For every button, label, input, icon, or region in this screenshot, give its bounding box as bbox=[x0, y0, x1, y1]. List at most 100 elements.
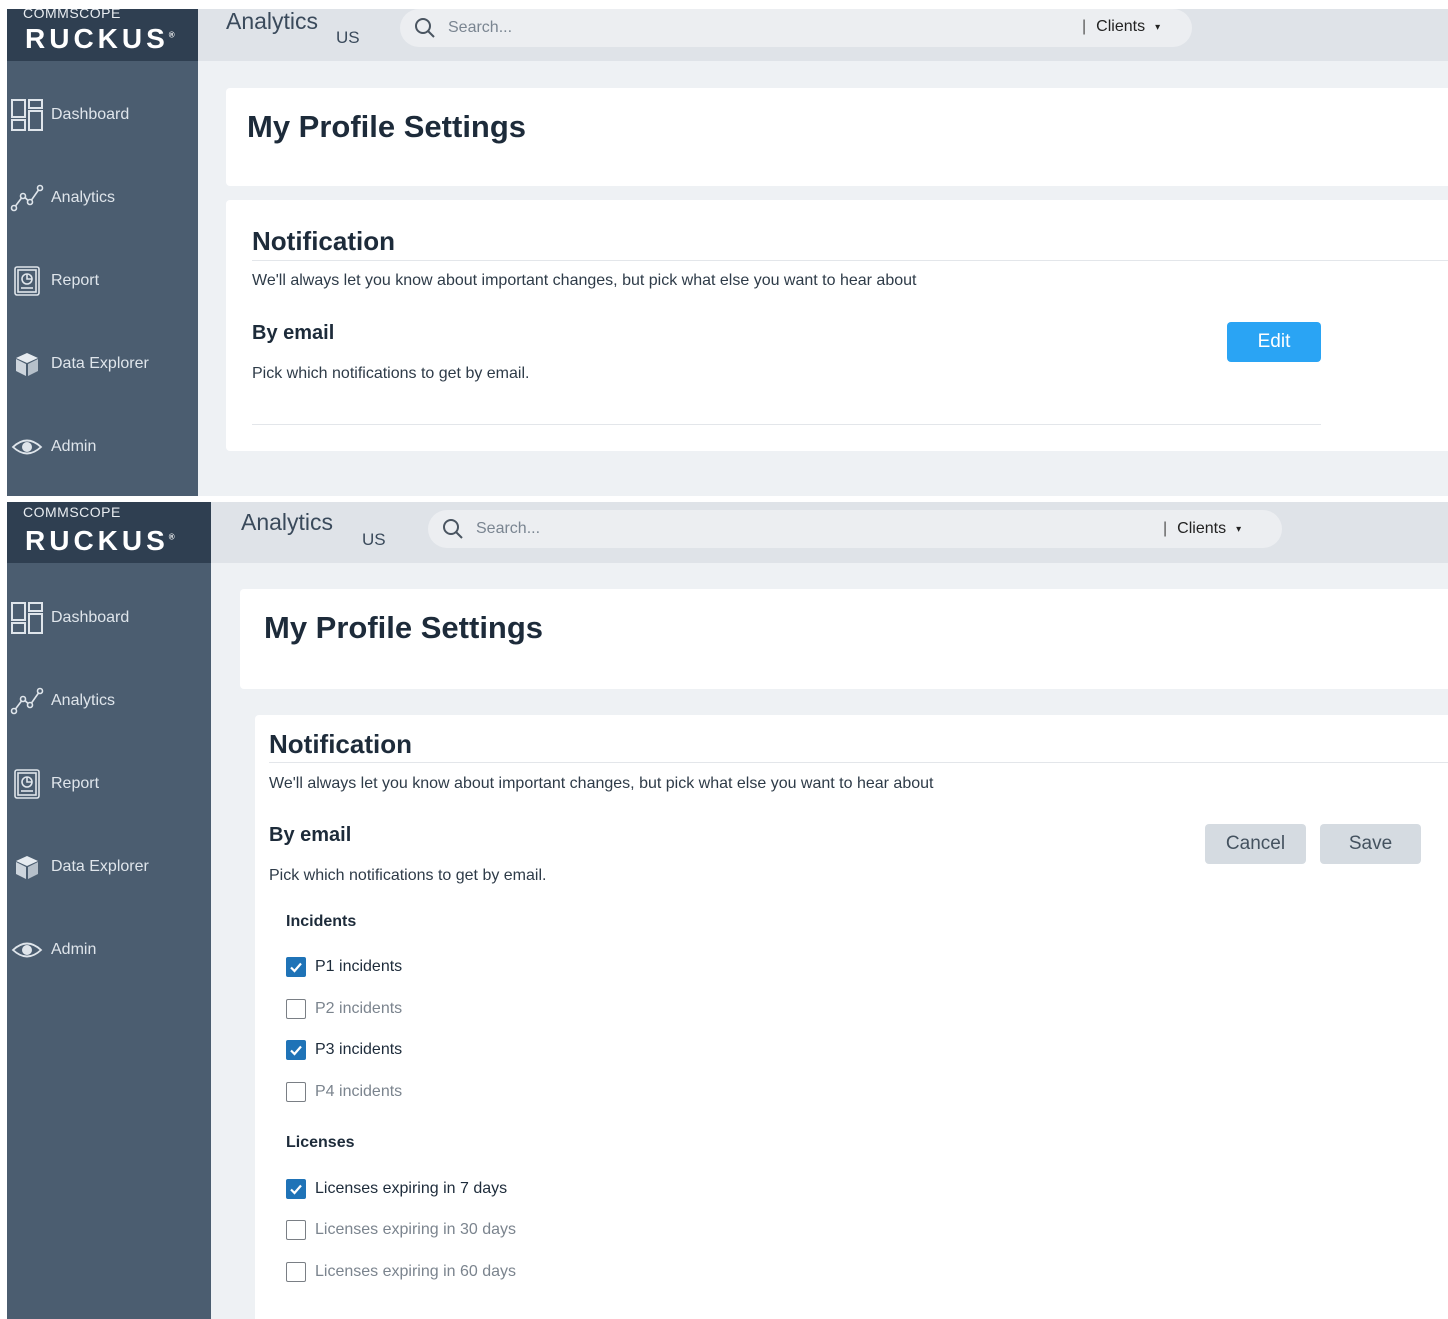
by-email-title: By email bbox=[252, 322, 335, 344]
app-title: Analytics bbox=[226, 9, 319, 34]
checkbox[interactable] bbox=[286, 999, 306, 1019]
option-label: P1 incidents bbox=[315, 958, 403, 975]
caret-down-icon: ▾ bbox=[1236, 523, 1242, 535]
brand-logo[interactable]: COMMSCOPE RUCKUS® bbox=[7, 9, 198, 61]
app-title: Analytics bbox=[241, 509, 334, 535]
option-licenses-60-days[interactable]: Licenses expiring in 60 days bbox=[286, 1262, 516, 1282]
report-icon bbox=[9, 263, 45, 299]
checkbox[interactable] bbox=[286, 957, 306, 977]
sidebar-item-data-explorer[interactable]: Data Explorer bbox=[7, 847, 211, 887]
search-input[interactable] bbox=[476, 520, 996, 538]
sidebar-item-data-explorer[interactable]: Data Explorer bbox=[7, 344, 198, 384]
sidebar-item-dashboard[interactable]: Dashboard bbox=[7, 598, 211, 638]
eye-icon bbox=[9, 932, 45, 968]
data-explorer-icon bbox=[9, 849, 45, 885]
scope-separator: | bbox=[1082, 18, 1087, 35]
page-title-card: My Profile Settings bbox=[240, 589, 1448, 689]
brand-reg-mark: ® bbox=[168, 532, 175, 542]
scope-dropdown[interactable]: | Clients ▾ bbox=[1163, 520, 1241, 538]
sidebar-item-admin[interactable]: Admin bbox=[7, 427, 198, 467]
checkmark-icon bbox=[290, 1045, 302, 1056]
checkbox[interactable] bbox=[286, 1262, 306, 1282]
sidebar-item-label: Data Explorer bbox=[51, 858, 149, 875]
notification-description: We'll always let you know about importan… bbox=[252, 272, 917, 289]
report-icon bbox=[9, 766, 45, 802]
sidebar-item-analytics[interactable]: Analytics bbox=[7, 178, 198, 218]
sidebar-item-label: Dashboard bbox=[51, 106, 130, 123]
notification-title: Notification bbox=[269, 729, 412, 759]
search-icon[interactable] bbox=[414, 17, 436, 39]
notification-description: We'll always let you know about importan… bbox=[269, 775, 934, 792]
save-button[interactable]: Save bbox=[1320, 824, 1421, 864]
search-bar bbox=[428, 510, 1282, 548]
notification-card: Notification We'll always let you know a… bbox=[226, 200, 1448, 451]
scope-dropdown[interactable]: | Clients ▾ bbox=[1082, 18, 1160, 36]
sidebar-item-report[interactable]: Report bbox=[7, 764, 211, 804]
divider bbox=[252, 260, 1448, 261]
licenses-group-label: Licenses bbox=[286, 1134, 355, 1151]
eye-icon bbox=[9, 429, 45, 465]
checkbox[interactable] bbox=[286, 1179, 306, 1199]
divider bbox=[252, 424, 1321, 425]
notification-title: Notification bbox=[252, 226, 395, 256]
by-email-title: By email bbox=[269, 824, 352, 846]
option-label: P2 incidents bbox=[315, 1000, 403, 1017]
scope-label: Clients bbox=[1096, 18, 1146, 35]
top-bar: Analytics US | Clients ▾ bbox=[211, 502, 1448, 563]
brand-product: RUCKUS bbox=[25, 23, 169, 54]
brand-company: COMMSCOPE bbox=[23, 504, 121, 520]
option-p2-incidents[interactable]: P2 incidents bbox=[286, 999, 402, 1019]
sidebar-item-admin[interactable]: Admin bbox=[7, 930, 211, 970]
data-explorer-icon bbox=[9, 346, 45, 382]
dashboard-icon bbox=[9, 97, 45, 133]
dashboard-icon bbox=[9, 600, 45, 636]
sidebar-item-label: Report bbox=[51, 272, 100, 289]
sidebar-item-label: Analytics bbox=[51, 692, 116, 709]
option-licenses-30-days[interactable]: Licenses expiring in 30 days bbox=[286, 1220, 516, 1240]
option-p3-incidents[interactable]: P3 incidents bbox=[286, 1040, 402, 1060]
brand-logo[interactable]: COMMSCOPE RUCKUS® bbox=[7, 502, 211, 563]
search-bar bbox=[400, 9, 1192, 47]
option-p1-incidents[interactable]: P1 incidents bbox=[286, 957, 402, 977]
analytics-icon bbox=[9, 683, 45, 719]
edit-button[interactable]: Edit bbox=[1227, 322, 1321, 362]
scope-separator: | bbox=[1163, 520, 1168, 537]
sidebar: COMMSCOPE RUCKUS® Dashboard Analytics Re… bbox=[7, 9, 198, 496]
page-title: My Profile Settings bbox=[264, 610, 544, 645]
incidents-group-label: Incidents bbox=[286, 913, 357, 930]
search-input[interactable] bbox=[448, 19, 968, 37]
checkmark-icon bbox=[290, 962, 302, 973]
sidebar-item-analytics[interactable]: Analytics bbox=[7, 681, 211, 721]
region-label: US bbox=[336, 28, 360, 47]
top-bar: Analytics US | Clients ▾ bbox=[198, 9, 1448, 61]
caret-down-icon: ▾ bbox=[1155, 21, 1161, 33]
option-label: Licenses expiring in 60 days bbox=[315, 1263, 517, 1280]
sidebar-item-label: Admin bbox=[51, 941, 97, 958]
cancel-button[interactable]: Cancel bbox=[1205, 824, 1306, 864]
checkmark-icon bbox=[290, 1184, 302, 1195]
sidebar-item-report[interactable]: Report bbox=[7, 261, 198, 301]
divider bbox=[269, 762, 1448, 763]
by-email-description: Pick which notifications to get by email… bbox=[269, 867, 547, 884]
sidebar-item-label: Data Explorer bbox=[51, 355, 149, 372]
brand-company: COMMSCOPE bbox=[23, 9, 121, 21]
sidebar-item-dashboard[interactable]: Dashboard bbox=[7, 95, 198, 135]
brand-reg-mark: ® bbox=[168, 30, 175, 40]
brand-product: RUCKUS bbox=[25, 525, 169, 556]
scope-label: Clients bbox=[1177, 520, 1227, 537]
option-label: P4 incidents bbox=[315, 1083, 403, 1100]
checkbox[interactable] bbox=[286, 1082, 306, 1102]
sidebar-item-label: Dashboard bbox=[51, 609, 130, 626]
sidebar-item-label: Analytics bbox=[51, 189, 116, 206]
option-p4-incidents[interactable]: P4 incidents bbox=[286, 1082, 402, 1102]
option-label: Licenses expiring in 7 days bbox=[315, 1180, 508, 1197]
screenshot-view-state: COMMSCOPE RUCKUS® Dashboard Analytics Re… bbox=[7, 9, 1448, 496]
notification-card: Notification We'll always let you know a… bbox=[255, 715, 1448, 1319]
checkbox[interactable] bbox=[286, 1220, 306, 1240]
sidebar-item-label: Report bbox=[51, 775, 100, 792]
search-icon[interactable] bbox=[442, 518, 464, 540]
option-label: Licenses expiring in 30 days bbox=[315, 1221, 517, 1238]
checkbox[interactable] bbox=[286, 1040, 306, 1060]
analytics-icon bbox=[9, 180, 45, 216]
option-licenses-7-days[interactable]: Licenses expiring in 7 days bbox=[286, 1179, 507, 1199]
